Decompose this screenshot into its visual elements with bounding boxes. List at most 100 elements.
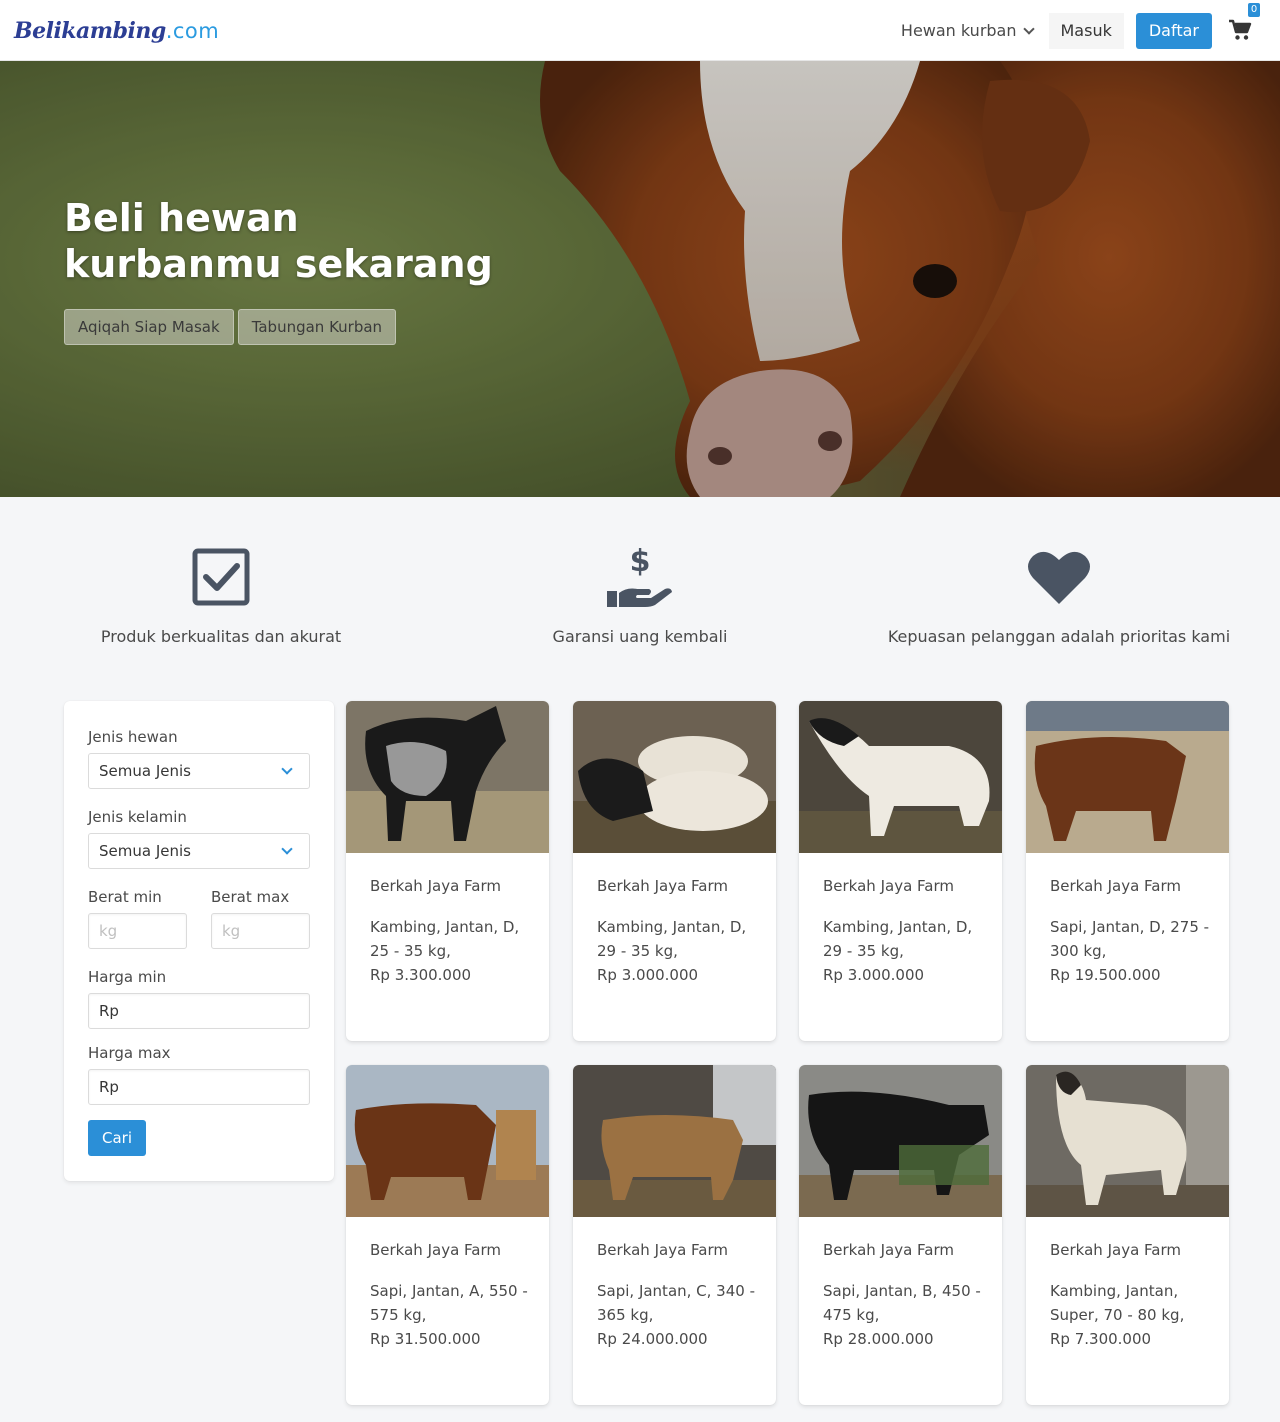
product-card[interactable]: Berkah Jaya Farm Sapi, Jantan, C, 340 - … bbox=[573, 1065, 776, 1405]
harga-max-input[interactable]: Rp bbox=[88, 1069, 310, 1105]
svg-text:$: $ bbox=[630, 545, 651, 579]
product-price: Rp 31.500.000 bbox=[370, 1330, 481, 1348]
product-price: Rp 19.500.000 bbox=[1050, 966, 1161, 984]
product-line1: Sapi, Jantan, A, 550 - bbox=[370, 1282, 528, 1300]
checkbox-icon bbox=[192, 548, 250, 606]
harga-max-label: Harga max bbox=[88, 1044, 171, 1062]
hero-banner: Beli hewan kurbanmu sekarang Aqiqah Siap… bbox=[0, 61, 1280, 497]
product-line2: 300 kg, bbox=[1050, 942, 1107, 960]
product-card[interactable]: Berkah Jaya Farm Sapi, Jantan, A, 550 - … bbox=[346, 1065, 549, 1405]
feature-satisfaction-text: Kepuasan pelanggan adalah prioritas kami bbox=[887, 627, 1231, 646]
aqiqah-button[interactable]: Aqiqah Siap Masak bbox=[64, 309, 234, 345]
product-card[interactable]: Berkah Jaya Farm Kambing, Jantan, Super,… bbox=[1026, 1065, 1229, 1405]
product-description: Kambing, Jantan, Super, 70 - 80 kg, Rp 7… bbox=[1050, 1279, 1210, 1351]
product-line2: 25 - 35 kg, bbox=[370, 942, 451, 960]
jenis-kelamin-value: Semua Jenis bbox=[99, 842, 191, 860]
product-line1: Kambing, Jantan, D, bbox=[597, 918, 747, 936]
site-logo[interactable]: Belikambing .com bbox=[14, 12, 219, 50]
product-line2: 29 - 35 kg, bbox=[597, 942, 678, 960]
product-line2: 29 - 35 kg, bbox=[823, 942, 904, 960]
jenis-hewan-select[interactable]: Semua Jenis bbox=[88, 753, 310, 789]
product-description: Sapi, Jantan, D, 275 - 300 kg, Rp 19.500… bbox=[1050, 915, 1210, 987]
product-line1: Kambing, Jantan, D, bbox=[370, 918, 520, 936]
product-price: Rp 24.000.000 bbox=[597, 1330, 708, 1348]
search-button[interactable]: Cari bbox=[88, 1120, 146, 1156]
product-photo-goats bbox=[573, 701, 776, 853]
product-price: Rp 28.000.000 bbox=[823, 1330, 934, 1348]
tabungan-kurban-button[interactable]: Tabungan Kurban bbox=[237, 309, 397, 345]
register-button[interactable]: Daftar bbox=[1135, 12, 1212, 49]
cart-icon bbox=[1229, 19, 1252, 40]
berat-min-input[interactable]: kg bbox=[88, 913, 187, 949]
hero-buttons: Aqiqah Siap Masak Tabungan Kurban bbox=[64, 309, 397, 345]
berat-max-input[interactable]: kg bbox=[211, 913, 310, 949]
product-description: Sapi, Jantan, A, 550 - 575 kg, Rp 31.500… bbox=[370, 1279, 530, 1351]
chevron-down-icon bbox=[1022, 22, 1035, 35]
product-photo-goat bbox=[346, 701, 549, 853]
product-price: Rp 3.300.000 bbox=[370, 966, 472, 984]
logo-text-main: Belikambing bbox=[14, 18, 166, 44]
product-photo-cow bbox=[799, 1065, 1002, 1217]
feature-quality: Produk berkualitas dan akurat bbox=[21, 545, 421, 646]
product-farm: Berkah Jaya Farm bbox=[597, 1241, 728, 1259]
heart-icon bbox=[1028, 551, 1090, 604]
product-photo-cow bbox=[346, 1065, 549, 1217]
product-line1: Kambing, Jantan, D, bbox=[823, 918, 973, 936]
feature-satisfaction: Kepuasan pelanggan adalah prioritas kami bbox=[859, 545, 1259, 646]
product-farm: Berkah Jaya Farm bbox=[370, 877, 501, 895]
product-farm: Berkah Jaya Farm bbox=[370, 1241, 501, 1259]
product-card[interactable]: Berkah Jaya Farm Kambing, Jantan, D, 29 … bbox=[573, 701, 776, 1041]
product-price: Rp 7.300.000 bbox=[1050, 1330, 1152, 1348]
product-description: Kambing, Jantan, D, 29 - 35 kg, Rp 3.000… bbox=[823, 915, 983, 987]
nav-right: Hewan kurban Masuk Daftar 0 bbox=[889, 0, 1280, 61]
filter-panel: Jenis hewan Semua Jenis Jenis kelamin Se… bbox=[64, 701, 334, 1181]
product-price: Rp 3.000.000 bbox=[597, 966, 699, 984]
product-description: Kambing, Jantan, D, 25 - 35 kg, Rp 3.300… bbox=[370, 915, 530, 987]
harga-min-input[interactable]: Rp bbox=[88, 993, 310, 1029]
logo-text-domain: .com bbox=[165, 19, 220, 43]
features-section: Produk berkualitas dan akurat $ Garansi … bbox=[0, 497, 1280, 687]
product-card[interactable]: Berkah Jaya Farm Kambing, Jantan, D, 29 … bbox=[799, 701, 1002, 1041]
product-description: Sapi, Jantan, C, 340 - 365 kg, Rp 24.000… bbox=[597, 1279, 757, 1351]
product-farm: Berkah Jaya Farm bbox=[1050, 877, 1181, 895]
product-farm: Berkah Jaya Farm bbox=[823, 877, 954, 895]
feature-guarantee: $ Garansi uang kembali bbox=[440, 545, 840, 646]
product-line2: 575 kg, bbox=[370, 1306, 427, 1324]
product-photo-cow bbox=[573, 1065, 776, 1217]
product-price: Rp 3.000.000 bbox=[823, 966, 925, 984]
harga-min-label: Harga min bbox=[88, 968, 167, 986]
product-farm: Berkah Jaya Farm bbox=[1050, 1241, 1181, 1259]
product-line1: Kambing, Jantan, bbox=[1050, 1282, 1179, 1300]
jenis-kelamin-select[interactable]: Semua Jenis bbox=[88, 833, 310, 869]
cart-count-badge: 0 bbox=[1248, 2, 1260, 17]
login-button[interactable]: Masuk bbox=[1048, 12, 1124, 49]
product-line1: Sapi, Jantan, C, 340 - bbox=[597, 1282, 755, 1300]
product-line1: Sapi, Jantan, D, 275 - bbox=[1050, 918, 1210, 936]
feature-quality-text: Produk berkualitas dan akurat bbox=[100, 627, 342, 646]
product-card[interactable]: Berkah Jaya Farm Sapi, Jantan, B, 450 - … bbox=[799, 1065, 1002, 1405]
chevron-down-icon bbox=[281, 763, 293, 775]
product-card[interactable]: Berkah Jaya Farm Sapi, Jantan, D, 275 - … bbox=[1026, 701, 1229, 1041]
jenis-hewan-value: Semua Jenis bbox=[99, 762, 191, 780]
product-farm: Berkah Jaya Farm bbox=[823, 1241, 954, 1259]
jenis-kelamin-label: Jenis kelamin bbox=[88, 808, 187, 826]
chevron-down-icon bbox=[281, 843, 293, 855]
product-photo-cow bbox=[1026, 701, 1229, 853]
product-farm: Berkah Jaya Farm bbox=[597, 877, 728, 895]
jenis-hewan-label: Jenis hewan bbox=[88, 728, 178, 746]
product-photo-goat bbox=[799, 701, 1002, 853]
product-line2: 365 kg, bbox=[597, 1306, 654, 1324]
nav-hewan-kurban-dropdown[interactable]: Hewan kurban bbox=[889, 0, 1045, 61]
product-card[interactable]: Berkah Jaya Farm Kambing, Jantan, D, 25 … bbox=[346, 701, 549, 1041]
product-description: Kambing, Jantan, D, 29 - 35 kg, Rp 3.000… bbox=[597, 915, 757, 987]
product-description: Sapi, Jantan, B, 450 - 475 kg, Rp 28.000… bbox=[823, 1279, 983, 1351]
cart-button[interactable]: 0 bbox=[1228, 2, 1260, 43]
feature-guarantee-text: Garansi uang kembali bbox=[552, 627, 728, 646]
money-hand-icon: $ bbox=[607, 545, 672, 607]
product-line1: Sapi, Jantan, B, 450 - bbox=[823, 1282, 981, 1300]
berat-min-label: Berat min bbox=[88, 888, 162, 906]
nav-hewan-kurban-label: Hewan kurban bbox=[900, 21, 1017, 40]
product-line2: 475 kg, bbox=[823, 1306, 880, 1324]
navbar: Belikambing .com Hewan kurban Masuk Daft… bbox=[0, 0, 1280, 61]
product-line2: Super, 70 - 80 kg, bbox=[1050, 1306, 1185, 1324]
